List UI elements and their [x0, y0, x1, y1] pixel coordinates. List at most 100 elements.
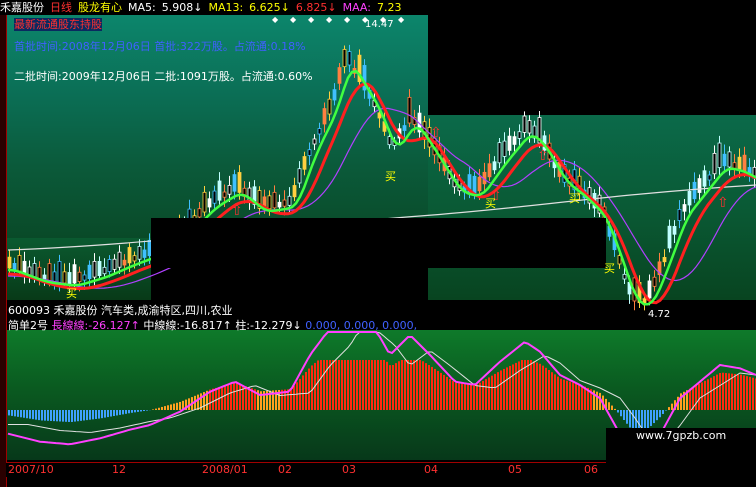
- histogram-bar: [401, 360, 403, 410]
- histogram-bar: [443, 374, 445, 410]
- histogram-bar: [161, 406, 163, 410]
- candle-body: [337, 67, 342, 84]
- candle-body: [662, 257, 667, 263]
- candle-body: [197, 208, 202, 218]
- histogram-bar: [722, 372, 724, 410]
- period-label[interactable]: 日线: [50, 1, 72, 14]
- black-patch-middle: [151, 218, 606, 268]
- histogram-bar: [245, 386, 247, 410]
- histogram-bar: [560, 378, 562, 410]
- histogram-bar: [395, 363, 397, 410]
- candle-body: [127, 247, 132, 264]
- histogram-bar: [554, 374, 556, 410]
- histogram-bar: [365, 360, 367, 410]
- candle-body: [32, 263, 37, 278]
- histogram-bar: [101, 410, 103, 419]
- histogram-bar: [368, 360, 370, 410]
- histogram-bar: [455, 382, 457, 410]
- histogram-bar: [164, 406, 166, 410]
- histogram-bar: [221, 386, 223, 410]
- brand-label: 股龙有心: [78, 1, 122, 14]
- candle-body: [52, 271, 57, 283]
- histogram-bar: [506, 367, 508, 410]
- candle-body: [77, 271, 82, 282]
- buy-signal-5: 买: [604, 262, 615, 275]
- candle-body: [317, 128, 322, 135]
- candle-body: [282, 199, 287, 207]
- histogram-bar: [125, 410, 127, 414]
- histogram-bar: [737, 374, 739, 410]
- up-arrow-icon: ⇧: [717, 195, 729, 211]
- histogram-bar: [236, 383, 238, 410]
- histogram-bar: [62, 410, 64, 422]
- histogram-bar: [566, 380, 568, 410]
- histogram-bar: [341, 360, 343, 410]
- candle-body: [207, 198, 212, 208]
- histogram-bar: [197, 394, 199, 410]
- candle-body: [522, 115, 527, 133]
- histogram-bar: [464, 383, 466, 410]
- histogram-bar: [449, 378, 451, 410]
- histogram-bar: [659, 410, 661, 418]
- candle-body: [287, 195, 292, 206]
- watermark-text: www.7gpzb.com: [636, 429, 727, 442]
- histogram-bar: [509, 365, 511, 410]
- shareholder-title: 最新流通股东持股: [14, 18, 102, 31]
- histogram-bar: [74, 410, 76, 422]
- histogram-bar: [290, 389, 292, 410]
- mid-line-value: -16.817↑: [180, 319, 232, 332]
- histogram-bar: [347, 360, 349, 410]
- candle-body: [292, 185, 297, 198]
- histogram-bar: [230, 384, 232, 410]
- histogram-bar: [476, 384, 478, 410]
- histogram-bar: [458, 383, 460, 410]
- histogram-bar: [323, 360, 325, 410]
- date-tick: 04: [424, 463, 438, 476]
- histogram-bar: [425, 363, 427, 410]
- histogram-bar: [122, 410, 124, 415]
- candle-body: [667, 225, 672, 249]
- histogram-bar: [752, 377, 754, 410]
- long-line-value: -26.127↑: [88, 319, 140, 332]
- histogram-bar: [131, 410, 133, 413]
- indicator-name[interactable]: 简单2号: [8, 319, 48, 332]
- candle-body: [72, 264, 77, 284]
- histogram-bar: [356, 360, 358, 410]
- histogram-bar: [23, 410, 25, 418]
- histogram-bar: [527, 360, 529, 410]
- histogram-bar: [713, 376, 715, 410]
- stock-name: 禾嘉股份: [0, 1, 44, 14]
- histogram-bar: [362, 360, 364, 410]
- stock-chart-window: ⇧ ⇧ ⇧ ⇧ ⇧ ◆ ◆ ◆ ◆ ◆ ◆ ◆ ◆ 禾嘉股份 日线 股龙有心 MA5: 5.908↓ MA13: 6…: [0, 0, 756, 487]
- candle-body: [302, 156, 307, 170]
- diamond-icon: ◆: [308, 15, 315, 24]
- histogram-bar: [77, 410, 79, 422]
- candle-body: [402, 125, 407, 131]
- buy-signal-4: 买: [569, 192, 580, 205]
- histogram-bar: [296, 382, 298, 410]
- histogram-bar: [104, 410, 106, 418]
- histogram-bar: [110, 410, 112, 417]
- candle-body: [507, 135, 512, 151]
- date-tick: 2007/10: [8, 463, 54, 476]
- candle-body: [212, 190, 217, 204]
- candle-body: [712, 153, 717, 175]
- histogram-bar: [407, 360, 409, 410]
- histogram-bar: [545, 367, 547, 410]
- candle-body: [387, 136, 392, 146]
- peak-price-label: 14.47: [365, 19, 394, 30]
- maa-value: 7.23: [376, 1, 402, 14]
- chart-header: 禾嘉股份 日线 股龙有心 MA5: 5.908↓ MA13: 6.625↓ 6.825↓ MAA…: [0, 0, 428, 15]
- histogram-bar: [98, 410, 100, 419]
- histogram-bar: [17, 410, 19, 417]
- candle-body: [697, 178, 702, 193]
- histogram-bar: [86, 410, 88, 421]
- histogram-bar: [671, 403, 673, 410]
- candle-body: [722, 153, 727, 167]
- histogram-bar: [29, 410, 31, 419]
- buy-signal-2: 买: [385, 170, 396, 183]
- second-batch-note: 二批时间:2009年12月06日 二批:1091万股。占流通:0.60%: [14, 70, 313, 83]
- histogram-bar: [392, 365, 394, 410]
- histogram-bar: [35, 410, 37, 420]
- histogram-bar: [665, 410, 667, 411]
